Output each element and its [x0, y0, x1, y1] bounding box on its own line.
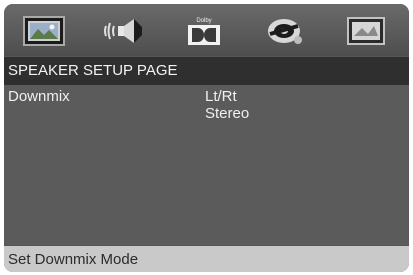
tab-dolby[interactable]: Dolby — [182, 13, 226, 49]
status-bar: Set Downmix Mode — [4, 246, 409, 272]
dolby-icon-text: Dolby — [196, 18, 211, 24]
page-title-bar: SPEAKER SETUP PAGE — [4, 57, 409, 85]
status-text: Set Downmix Mode — [8, 251, 139, 268]
tab-general[interactable] — [22, 13, 66, 49]
disc-preference-icon — [268, 19, 302, 44]
page-title: SPEAKER SETUP PAGE — [8, 62, 178, 79]
speaker-icon — [104, 19, 142, 43]
dolby-icon: Dolby — [188, 18, 220, 45]
settings-list: Downmix Lt/Rt Stereo — [4, 85, 409, 245]
tab-password[interactable] — [344, 13, 388, 49]
tab-audio[interactable] — [102, 13, 146, 49]
option-lt-rt[interactable]: Lt/Rt — [205, 88, 237, 105]
picture-frame-icon — [23, 16, 65, 46]
framed-picture-icon — [347, 17, 385, 45]
setting-label-downmix[interactable]: Downmix — [8, 88, 70, 105]
tab-preference[interactable] — [262, 13, 306, 49]
option-stereo[interactable]: Stereo — [205, 105, 249, 122]
menu-tab-bar: Dolby — [4, 4, 409, 56]
dvd-setup-menu: Dolby SPEAKER SETUP PAGE Downmix Lt/Rt S… — [4, 4, 409, 272]
